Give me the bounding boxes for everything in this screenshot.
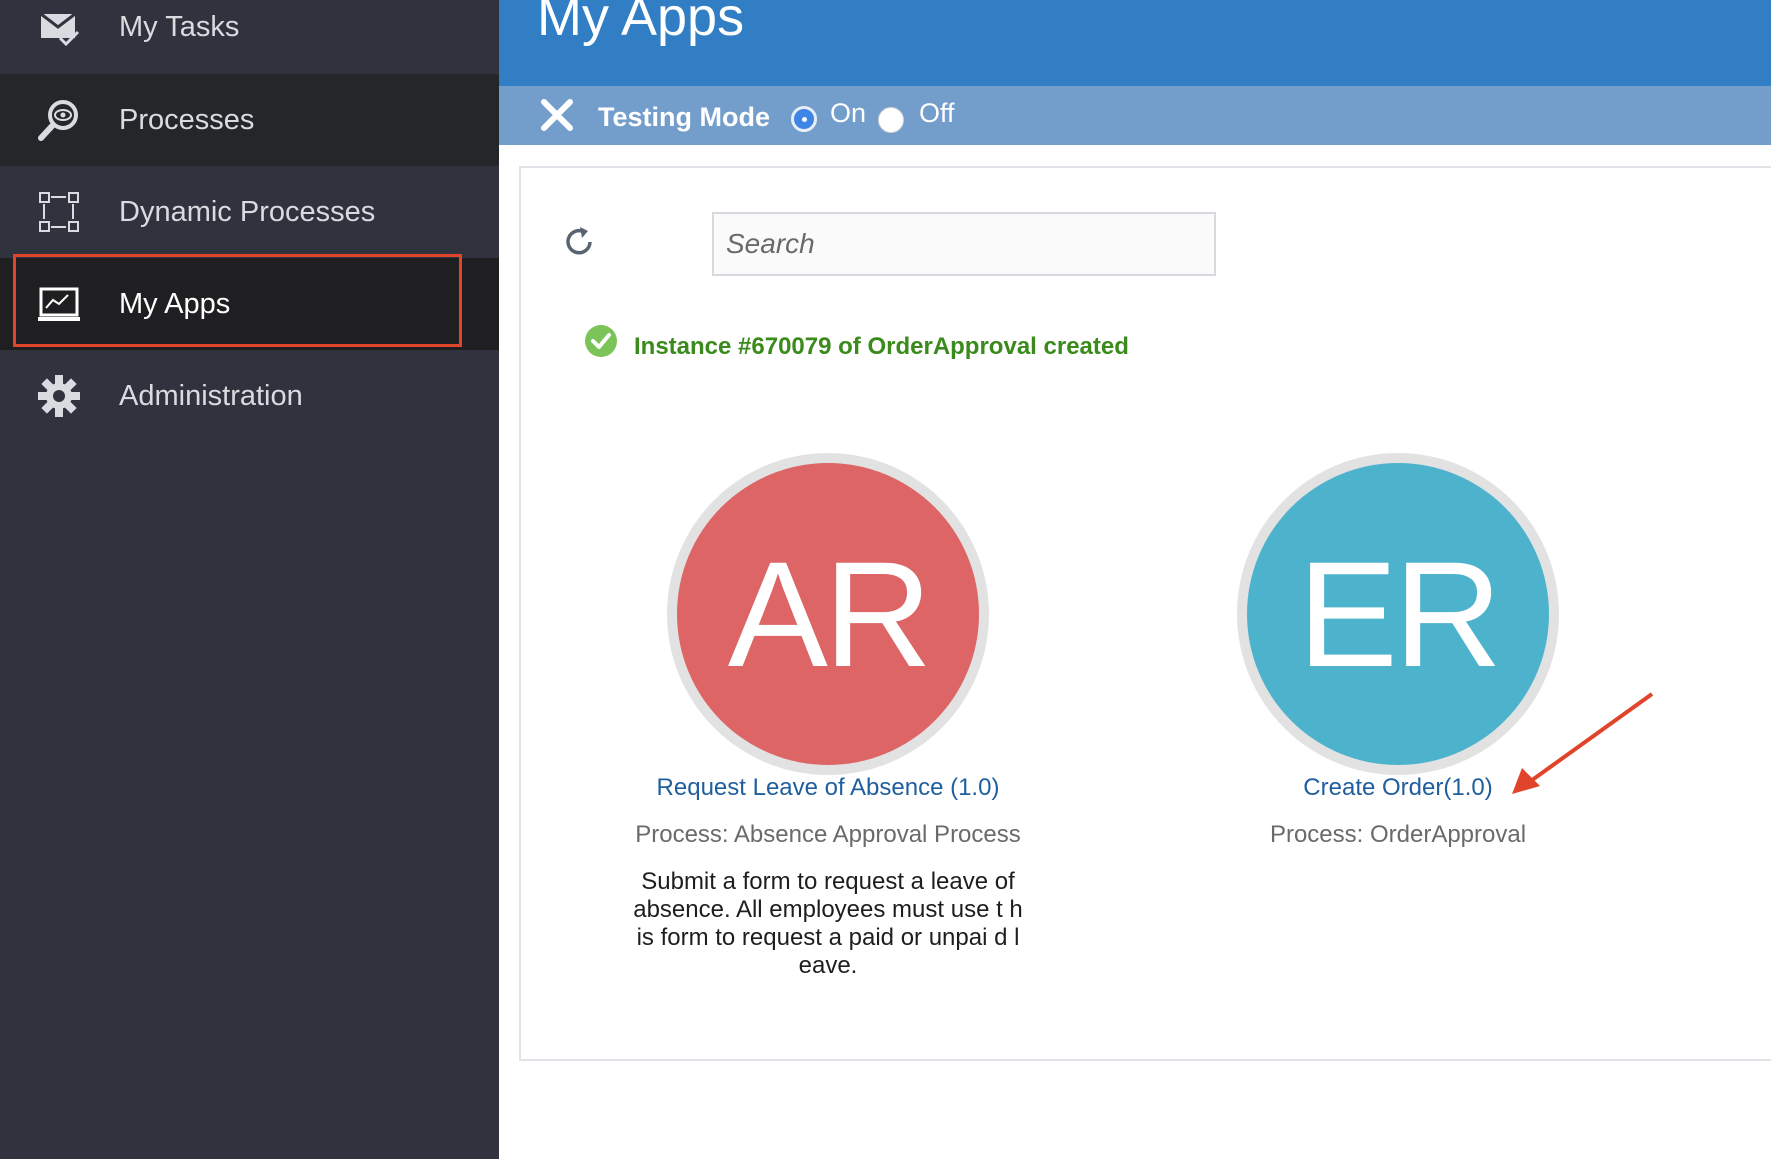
- sidebar-item-administration[interactable]: Administration: [0, 350, 499, 442]
- app-tile-request-leave[interactable]: AR: [667, 453, 989, 775]
- testing-mode-on-radio[interactable]: [791, 106, 817, 132]
- search-input[interactable]: [712, 212, 1216, 276]
- check-circle-icon: [584, 324, 618, 358]
- sidebar-item-dynamic-processes[interactable]: Dynamic Processes: [0, 166, 499, 258]
- sidebar-item-label: My Apps: [119, 287, 231, 320]
- close-icon[interactable]: [538, 96, 576, 134]
- page-header: My Apps: [499, 0, 1771, 86]
- monitor-chart-icon: [36, 281, 82, 327]
- sidebar-item-processes[interactable]: Processes: [0, 74, 499, 166]
- app-process-label: Process: Absence Approval Process: [635, 821, 1021, 848]
- sidebar-item-label: Dynamic Processes: [119, 195, 376, 228]
- testing-mode-off-label[interactable]: Off: [919, 98, 955, 129]
- sidebar-item-my-apps[interactable]: My Apps: [0, 258, 499, 350]
- testing-mode-off-radio[interactable]: [878, 107, 904, 133]
- process-search-icon: [36, 97, 82, 143]
- testing-mode-on-label[interactable]: On: [830, 98, 866, 129]
- refresh-icon[interactable]: [560, 223, 598, 261]
- page-title: My Apps: [537, 0, 745, 47]
- app-process-label: Process: OrderApproval: [1269, 821, 1527, 848]
- app-tile-create-order[interactable]: ER: [1237, 453, 1559, 775]
- testing-mode-bar: Testing Mode On Off: [499, 86, 1771, 145]
- tasks-icon: [36, 4, 82, 50]
- app-initials: AR: [677, 463, 979, 765]
- app-description: Submit a form to request a leave of abse…: [633, 868, 1023, 979]
- status-message: Instance #670079 of OrderApproval create…: [634, 333, 1129, 360]
- sidebar-item-label: Processes: [119, 103, 255, 136]
- sidebar-item-label: Administration: [119, 379, 303, 412]
- testing-mode-label: Testing Mode: [598, 102, 770, 132]
- sidebar: My Tasks Processes Dynamic Processes My …: [0, 0, 499, 1159]
- dynamic-process-icon: [36, 189, 82, 235]
- gear-icon: [36, 373, 82, 419]
- sidebar-item-my-tasks[interactable]: My Tasks: [0, 0, 499, 73]
- sidebar-item-label: My Tasks: [119, 10, 240, 43]
- app-name-link[interactable]: Create Order(1.0): [1158, 774, 1638, 802]
- app-name-link[interactable]: Request Leave of Absence (1.0): [588, 774, 1068, 802]
- app-initials: ER: [1247, 463, 1549, 765]
